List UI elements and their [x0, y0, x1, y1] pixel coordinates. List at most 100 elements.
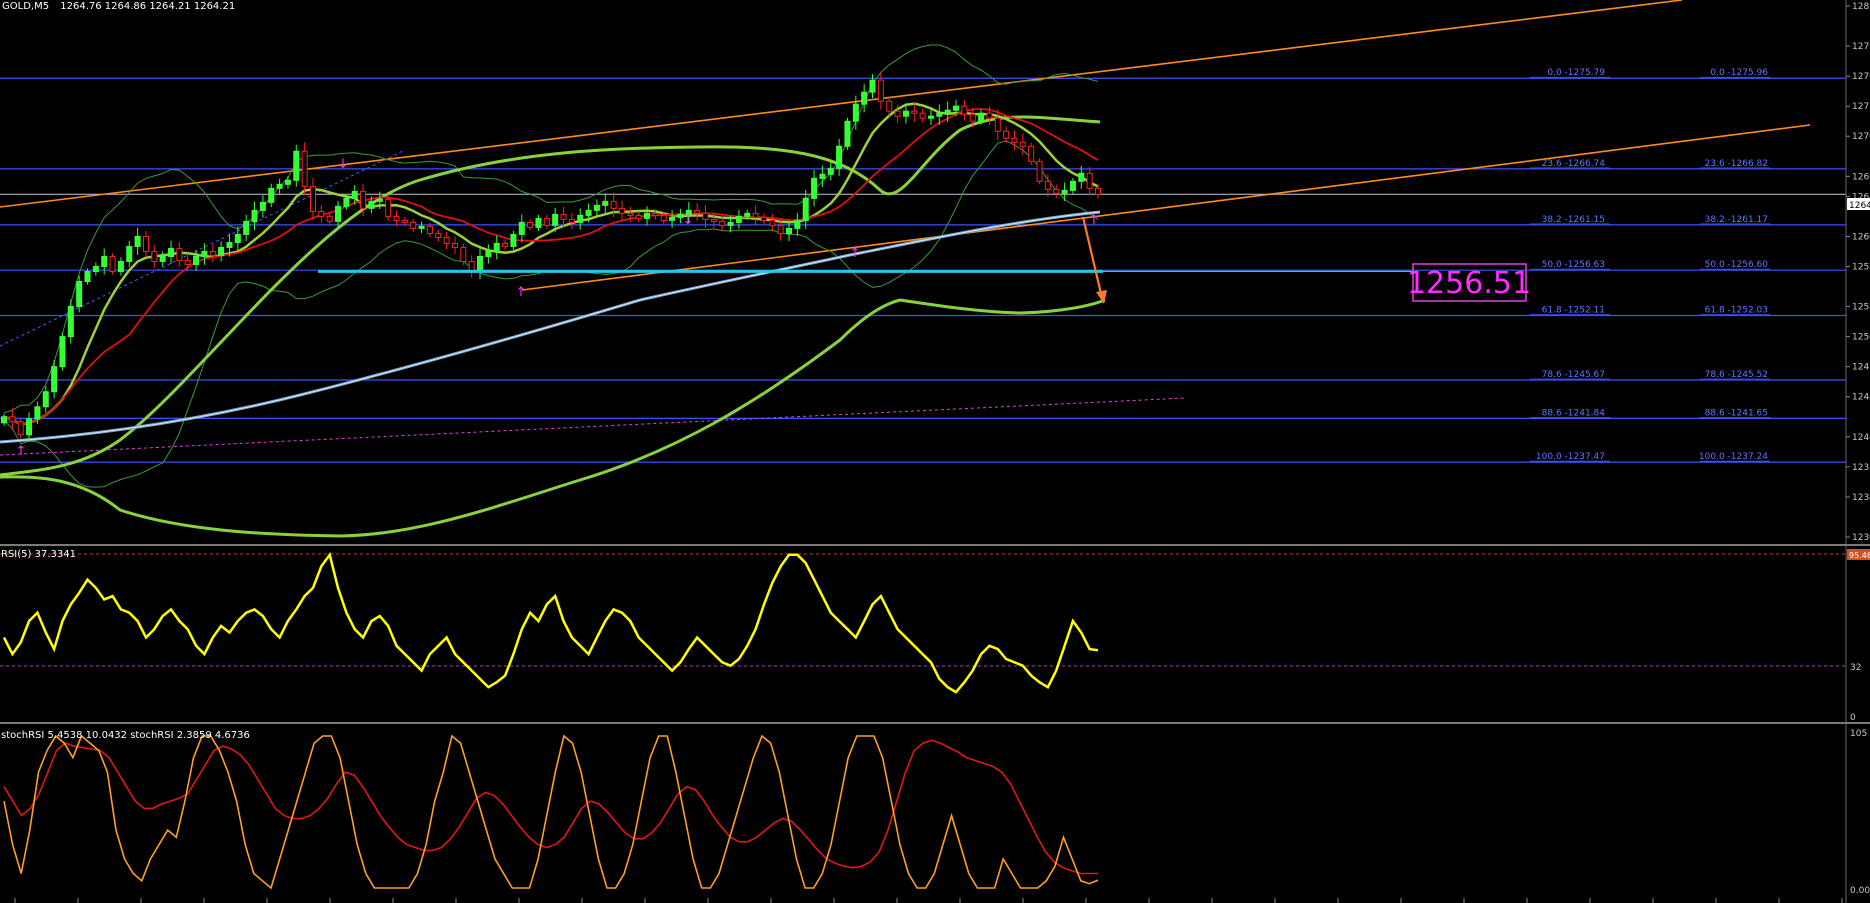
candle-body — [26, 418, 33, 436]
candle-body — [844, 120, 851, 147]
candle-body — [802, 197, 809, 221]
price-tick-label: 1234 — [1852, 493, 1870, 503]
candle-body — [284, 179, 291, 185]
candle-body — [401, 219, 408, 223]
candle-body — [385, 198, 392, 217]
candle-body — [961, 105, 968, 115]
fractal-marker: ↑ — [16, 444, 27, 459]
price-tick-label: 1260 — [1852, 232, 1870, 242]
fib-label-right: 100.0 -1237.24 — [1699, 452, 1768, 462]
candle-body — [410, 221, 417, 229]
candle-body — [719, 220, 726, 226]
candle-body — [1069, 180, 1076, 191]
price-tick-label: 1237 — [1852, 463, 1870, 473]
fib-label-left: 23.6 -1266.74 — [1542, 159, 1606, 169]
candle-body — [811, 177, 818, 199]
candle-body — [627, 212, 634, 216]
candle-body — [744, 212, 751, 217]
rsi-tick: 0 — [1850, 713, 1856, 723]
candle-body — [710, 218, 717, 222]
price-tick-label: 1240 — [1852, 433, 1870, 443]
candle-body — [142, 235, 149, 252]
candle-body — [326, 215, 333, 222]
candle-body — [760, 216, 767, 221]
candle-body — [351, 190, 358, 199]
fractal-marker: ↑ — [1089, 213, 1100, 228]
candle-body — [84, 271, 91, 283]
candle-body — [552, 213, 559, 226]
fractal-marker: ↓ — [683, 213, 694, 228]
fib-label-right: 0.0 -1275.96 — [1710, 68, 1768, 78]
candle-body — [435, 232, 442, 238]
candle-body — [168, 247, 175, 257]
candle-body — [877, 79, 884, 102]
fib-label-right: 88.6 -1241.65 — [1705, 408, 1768, 418]
candle-body — [159, 255, 166, 262]
candle-body — [109, 255, 116, 273]
candle-body — [1095, 187, 1101, 195]
candle-body — [652, 212, 659, 216]
candle-body — [368, 200, 375, 209]
fib-label-right: 23.6 -1266.82 — [1705, 159, 1768, 169]
candle-body — [76, 281, 83, 308]
candle-body — [669, 216, 676, 221]
candle-body — [660, 214, 667, 221]
candle-body — [694, 209, 701, 214]
candle-body — [42, 391, 49, 408]
candle-body — [894, 110, 901, 117]
candle-body — [527, 221, 534, 228]
target-price-label: 1256.51 — [1407, 266, 1531, 301]
candle-body — [293, 150, 300, 181]
candle-body — [827, 167, 834, 175]
candle-body — [67, 306, 74, 338]
candle-body — [276, 183, 283, 189]
candle-body — [819, 173, 826, 179]
candle-body — [17, 421, 24, 436]
candle-body — [836, 145, 843, 169]
candle-body — [502, 242, 509, 247]
candle-body — [418, 225, 425, 229]
candle-body — [1028, 145, 1035, 162]
candle-body — [393, 215, 400, 221]
candle-body — [886, 100, 893, 112]
candle-body — [510, 233, 517, 247]
candle-body — [986, 112, 993, 119]
price-tick-label: 1276 — [1852, 72, 1870, 82]
candle-body — [126, 245, 133, 262]
trading-chart[interactable]: ↓ ↑ ↑ ↓ ↑ ↑ 1256.51 0.0 -1275.79 0.0 -127… — [0, 0, 1870, 903]
stochrsi-tick: 0.00 — [1850, 886, 1870, 896]
candle-body — [735, 215, 742, 223]
price-tick-label: 1253 — [1852, 303, 1870, 313]
candle-body — [201, 250, 208, 257]
candle-body — [869, 79, 876, 93]
candle-body — [769, 219, 776, 226]
candle-body — [151, 250, 158, 262]
fib-label-left: 61.8 -1252.11 — [1542, 305, 1605, 315]
candle-body — [927, 115, 934, 119]
candle-body — [318, 210, 325, 217]
fib-label-left: 100.0 -1237.47 — [1536, 452, 1605, 462]
candle-body — [777, 224, 784, 234]
candle-body — [861, 91, 868, 105]
candle-body — [485, 250, 492, 257]
candle-body — [936, 112, 943, 117]
candle-body — [234, 233, 241, 243]
candle-body — [1061, 189, 1068, 194]
candle-body — [752, 212, 759, 218]
candle-body — [1086, 172, 1093, 189]
stochrsi-label: stochRSI 5.4538 10.0432 stochRSI 2.3859 … — [1, 730, 250, 741]
candle-body — [702, 212, 709, 220]
candle-body — [259, 201, 266, 211]
candle-body — [1, 416, 7, 424]
price-tick-label: 1244 — [1852, 393, 1870, 403]
candle-body — [493, 242, 500, 252]
candle-body — [969, 113, 976, 122]
candle-body — [193, 255, 200, 265]
candle-body — [426, 225, 433, 234]
candle-body — [451, 242, 458, 248]
price-tick-label: 1273 — [1852, 102, 1870, 112]
candle-body — [543, 217, 550, 226]
candle-body — [610, 200, 617, 209]
fib-label-right: 50.0 -1256.60 — [1705, 260, 1769, 270]
candle-body — [243, 220, 250, 235]
